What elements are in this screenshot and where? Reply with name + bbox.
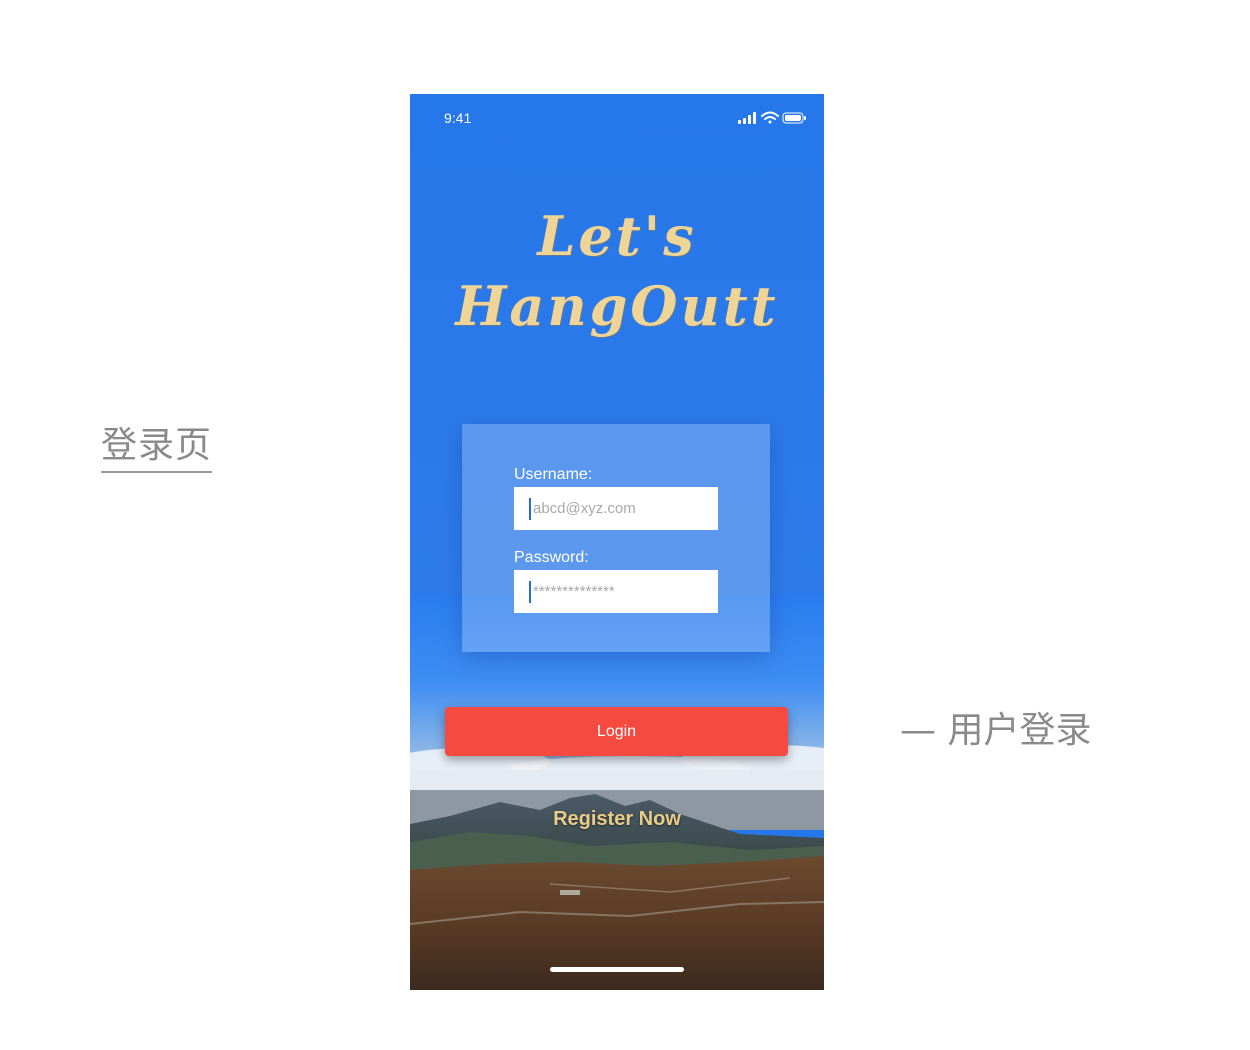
home-indicator[interactable]: [550, 967, 684, 972]
text-caret: [529, 498, 531, 520]
password-label: Password:: [514, 549, 589, 566]
brand-line-1: Let's: [537, 204, 697, 268]
wifi-icon: [761, 111, 779, 124]
cellular-signal-icon: [738, 112, 756, 124]
status-time: 9:41: [444, 110, 472, 126]
brand-line-2: HangOutt: [455, 274, 779, 338]
page-label: 登录页: [101, 424, 213, 473]
register-now-link[interactable]: Register Now: [410, 808, 824, 831]
status-icons: [738, 111, 806, 124]
username-input[interactable]: [514, 487, 718, 530]
text-caret: [529, 581, 531, 603]
login-button[interactable]: Login: [445, 707, 788, 756]
battery-icon: [782, 112, 806, 124]
username-label: Username:: [514, 466, 593, 483]
password-input[interactable]: [514, 570, 718, 613]
login-card: Username: Password:: [462, 424, 770, 652]
annotation-note: — 用户登录: [900, 710, 1092, 751]
phone-screen: 9:41 Let's HangOutt Username: Password: …: [410, 94, 824, 990]
